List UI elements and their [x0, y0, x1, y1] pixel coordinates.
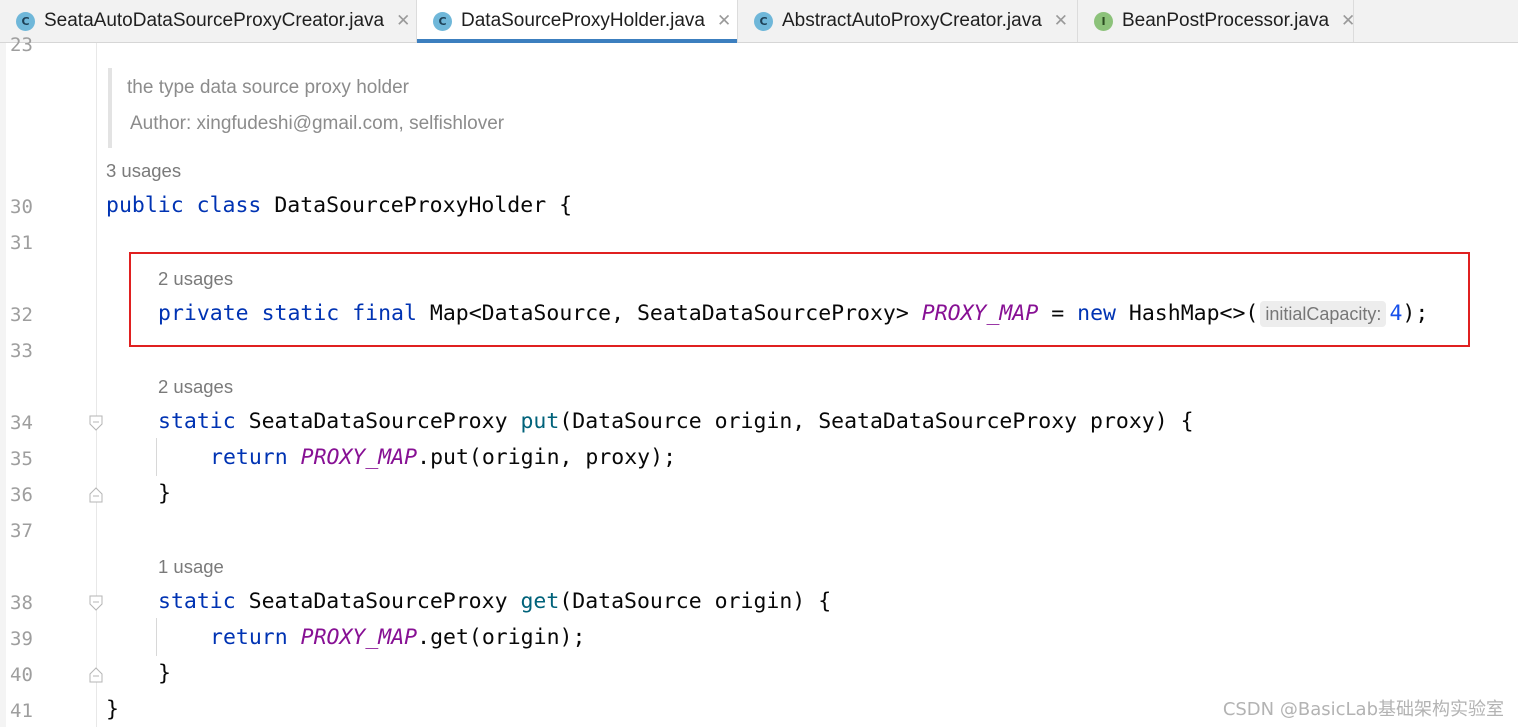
method-call: .get(origin);	[417, 625, 586, 650]
class-icon: C	[754, 11, 773, 31]
keyword: return	[210, 445, 288, 470]
keyword: public	[106, 193, 184, 218]
tab-label: SeataAutoDataSourceProxyCreator.java	[44, 10, 385, 31]
line-number: 38	[10, 592, 33, 614]
line-number: 36	[10, 484, 33, 506]
code-line-put-close[interactable]: }	[158, 481, 171, 507]
class-name: DataSourceProxyHolder	[274, 193, 547, 218]
field-reference: PROXY_MAP	[300, 625, 418, 650]
code-line-get-signature[interactable]: static SeataDataSourceProxy get(DataSour…	[158, 589, 831, 615]
brace: }	[158, 661, 171, 686]
brace: {	[559, 193, 573, 218]
line-number: 31	[10, 232, 33, 254]
keyword: static	[158, 409, 236, 434]
editor-tab-bar: C SeataAutoDataSourceProxyCreator.java ✕…	[0, 0, 1518, 43]
return-type: SeataDataSourceProxy	[248, 589, 508, 614]
keyword: static	[158, 589, 236, 614]
code-line-put-signature[interactable]: static SeataDataSourceProxy put(DataSour…	[158, 409, 1194, 435]
fold-end-icon[interactable]	[89, 667, 103, 683]
keyword: return	[210, 625, 288, 650]
close-icon[interactable]: ✕	[1054, 11, 1068, 31]
fold-collapse-icon[interactable]	[89, 415, 103, 431]
close-icon[interactable]: ✕	[396, 11, 410, 31]
method-name: put	[520, 409, 560, 434]
indent-guide	[156, 618, 157, 656]
method-name: get	[520, 589, 560, 614]
class-icon: C	[16, 11, 35, 31]
highlight-box	[129, 252, 1470, 347]
line-number: 30	[10, 196, 33, 218]
method-call: .put(origin, proxy);	[417, 445, 677, 470]
interface-icon: I	[1094, 11, 1113, 31]
keyword: class	[196, 193, 262, 218]
code-line-put-return[interactable]: return PROXY_MAP.put(origin, proxy);	[210, 445, 676, 471]
code-line-class-declaration[interactable]: public class DataSourceProxyHolder {	[106, 193, 572, 219]
tab-datasource-proxy-holder[interactable]: C DataSourceProxyHolder.java ✕	[417, 0, 738, 43]
code-line-get-return[interactable]: return PROXY_MAP.get(origin);	[210, 625, 585, 651]
code-line-get-close[interactable]: }	[158, 661, 171, 687]
field-reference: PROXY_MAP	[300, 445, 418, 470]
javadoc-bar	[108, 68, 112, 148]
tab-seata-auto-datasource-proxy-creator[interactable]: C SeataAutoDataSourceProxyCreator.java ✕	[0, 0, 417, 42]
line-number: 35	[10, 448, 33, 470]
line-number: 32	[10, 304, 33, 326]
gutter-divider	[96, 43, 97, 727]
line-number: 34	[10, 412, 33, 434]
watermark: CSDN @BasicLab基础架构实验室	[1222, 699, 1504, 720]
line-number: 37	[10, 520, 33, 542]
javadoc-description: the type data source proxy holder	[127, 77, 410, 98]
brace: }	[106, 697, 119, 722]
line-number: 41	[10, 700, 33, 722]
fold-end-icon[interactable]	[89, 487, 103, 503]
usages-hint-class[interactable]: 3 usages	[106, 160, 181, 182]
tab-label: AbstractAutoProxyCreator.java	[782, 10, 1042, 31]
tab-label: BeanPostProcessor.java	[1122, 10, 1330, 31]
close-icon[interactable]: ✕	[1341, 11, 1355, 31]
indent-guide	[156, 438, 157, 476]
class-icon: C	[433, 11, 452, 31]
gutter-strip	[0, 43, 6, 727]
javadoc-author: Author: xingfudeshi@gmail.com, selfishlo…	[130, 113, 505, 134]
parameters: (DataSource origin, SeataDataSourceProxy…	[559, 409, 1194, 434]
line-number: 23	[10, 34, 33, 56]
line-number: 33	[10, 340, 33, 362]
close-icon[interactable]: ✕	[717, 11, 731, 31]
parameters: (DataSource origin) {	[559, 589, 832, 614]
fold-collapse-icon[interactable]	[89, 595, 103, 611]
usages-hint-put[interactable]: 2 usages	[158, 376, 233, 398]
return-type: SeataDataSourceProxy	[248, 409, 508, 434]
usages-hint-get[interactable]: 1 usage	[158, 556, 224, 578]
line-number: 40	[10, 664, 33, 686]
tab-bean-post-processor[interactable]: I BeanPostProcessor.java ✕	[1078, 0, 1355, 42]
code-line-class-close[interactable]: }	[106, 697, 119, 723]
line-number: 39	[10, 628, 33, 650]
brace: }	[158, 481, 171, 506]
tab-label: DataSourceProxyHolder.java	[461, 10, 705, 31]
tab-abstract-auto-proxy-creator[interactable]: C AbstractAutoProxyCreator.java ✕	[738, 0, 1078, 42]
